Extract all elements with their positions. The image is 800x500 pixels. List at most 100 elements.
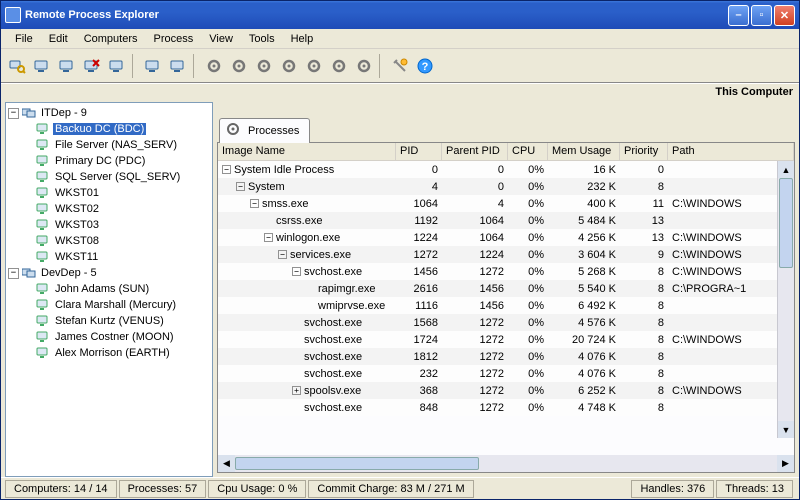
tree-item[interactable]: Alex Morrison (EARTH): [8, 345, 210, 361]
toolbar-gear-down[interactable]: [277, 54, 301, 78]
column-header[interactable]: PID: [396, 143, 442, 160]
tree-item[interactable]: John Adams (SUN): [8, 281, 210, 297]
column-header[interactable]: Mem Usage: [548, 143, 620, 160]
process-row[interactable]: +spoolsv.exe36812720%6 252 K8C:\WINDOWS: [218, 382, 794, 399]
gear-x-icon: [255, 57, 273, 75]
cell-pid: 0: [396, 164, 442, 176]
column-header[interactable]: CPU: [508, 143, 548, 160]
process-row[interactable]: rapimgr.exe261614560%5 540 K8C:\PROGRA~1: [218, 280, 794, 297]
column-header[interactable]: Image Name: [218, 143, 396, 160]
vertical-scrollbar[interactable]: ▲ ▼: [777, 161, 794, 438]
process-name: System Idle Process: [234, 164, 334, 176]
collapse-icon[interactable]: −: [278, 250, 287, 259]
collapse-icon[interactable]: −: [8, 268, 19, 279]
scroll-left-icon[interactable]: ◀: [218, 455, 235, 472]
toolbar-computer-refresh[interactable]: [141, 54, 165, 78]
cell-pid: 232: [396, 368, 442, 380]
toolbar-computer-disabled[interactable]: [166, 54, 190, 78]
list-body[interactable]: −System Idle Process000%16 K0−System400%…: [218, 161, 794, 455]
scroll-down-icon[interactable]: ▼: [778, 421, 794, 438]
tree-item[interactable]: Stefan Kurtz (VENUS): [8, 313, 210, 329]
menu-tools[interactable]: Tools: [241, 31, 283, 47]
toolbar-gear-b[interactable]: [227, 54, 251, 78]
menu-file[interactable]: File: [7, 31, 41, 47]
expand-icon[interactable]: +: [292, 386, 301, 395]
collapse-icon[interactable]: −: [292, 267, 301, 276]
collapse-icon[interactable]: −: [264, 233, 273, 242]
process-name: wmiprvse.exe: [318, 300, 385, 312]
close-button[interactable]: ✕: [774, 5, 795, 26]
tree-item[interactable]: Clara Marshall (Mercury): [8, 297, 210, 313]
tree-item[interactable]: SQL Server (SQL_SERV): [8, 169, 210, 185]
cell-ppid: 0: [442, 181, 508, 193]
toolbar-computer-list[interactable]: [105, 54, 129, 78]
process-row[interactable]: −smss.exe106440%400 K11C:\WINDOWS: [218, 195, 794, 212]
toolbar-tools[interactable]: [388, 54, 412, 78]
process-row[interactable]: svchost.exe23212720%4 076 K8: [218, 365, 794, 382]
tree-item[interactable]: WKST11: [8, 249, 210, 265]
toolbar-gear-right[interactable]: [302, 54, 326, 78]
toolbar-find-computer[interactable]: [5, 54, 29, 78]
minimize-button[interactable]: –: [728, 5, 749, 26]
collapse-icon[interactable]: −: [236, 182, 245, 191]
process-row[interactable]: wmiprvse.exe111614560%6 492 K8: [218, 297, 794, 314]
toolbar-gear-a[interactable]: [202, 54, 226, 78]
collapse-icon[interactable]: −: [8, 108, 19, 119]
tree-item[interactable]: Primary DC (PDC): [8, 153, 210, 169]
computer-tree[interactable]: −ITDep - 9Backuo DC (BDC)File Server (NA…: [5, 102, 213, 477]
tree-item[interactable]: James Costner (MOON): [8, 329, 210, 345]
process-row[interactable]: svchost.exe84812720%4 748 K8: [218, 399, 794, 416]
toolbar: ?: [1, 49, 799, 83]
maximize-button[interactable]: ▫: [751, 5, 772, 26]
list-header[interactable]: Image NamePIDParent PIDCPUMem UsagePrior…: [218, 143, 794, 161]
tree-item[interactable]: WKST02: [8, 201, 210, 217]
toolbar-help[interactable]: ?: [413, 54, 437, 78]
cell-mem: 4 256 K: [548, 232, 620, 244]
process-row[interactable]: svchost.exe172412720%20 724 K8C:\WINDOWS: [218, 331, 794, 348]
menu-edit[interactable]: Edit: [41, 31, 76, 47]
collapse-icon[interactable]: −: [250, 199, 259, 208]
tree-item[interactable]: Backuo DC (BDC): [8, 121, 210, 137]
toolbar-gear-q[interactable]: [327, 54, 351, 78]
tree-item[interactable]: WKST01: [8, 185, 210, 201]
menu-computers[interactable]: Computers: [76, 31, 146, 47]
cell-pid: 4: [396, 181, 442, 193]
tree-group[interactable]: −ITDep - 9: [8, 105, 210, 121]
scroll-up-icon[interactable]: ▲: [778, 161, 794, 178]
process-row[interactable]: −System400%232 K8: [218, 178, 794, 195]
column-header[interactable]: Parent PID: [442, 143, 508, 160]
menu-help[interactable]: Help: [283, 31, 322, 47]
scroll-right-icon[interactable]: ▶: [777, 455, 794, 472]
cell-pri: 0: [620, 164, 668, 176]
menu-view[interactable]: View: [201, 31, 241, 47]
toolbar-computer-b[interactable]: [55, 54, 79, 78]
column-header[interactable]: Priority: [620, 143, 668, 160]
cell-cpu: 0%: [508, 215, 548, 227]
toolbar-computer-x[interactable]: [80, 54, 104, 78]
scroll-thumb[interactable]: [779, 178, 793, 268]
process-row[interactable]: −System Idle Process000%16 K0: [218, 161, 794, 178]
menu-process[interactable]: Process: [146, 31, 202, 47]
process-row[interactable]: svchost.exe156812720%4 576 K8: [218, 314, 794, 331]
process-row[interactable]: −services.exe127212240%3 604 K9C:\WINDOW…: [218, 246, 794, 263]
cell-pid: 1272: [396, 249, 442, 261]
cell-pid: 1724: [396, 334, 442, 346]
horizontal-scrollbar[interactable]: ◀ ▶: [218, 455, 794, 472]
collapse-icon[interactable]: −: [222, 165, 231, 174]
process-row[interactable]: svchost.exe181212720%4 076 K8: [218, 348, 794, 365]
tab-processes[interactable]: Processes: [219, 118, 310, 143]
cell-pri: 8: [620, 368, 668, 380]
tree-item[interactable]: WKST03: [8, 217, 210, 233]
process-row[interactable]: csrss.exe119210640%5 484 K13: [218, 212, 794, 229]
scroll-thumb-h[interactable]: [235, 457, 479, 470]
toolbar-gear-x[interactable]: [252, 54, 276, 78]
process-row[interactable]: −winlogon.exe122410640%4 256 K13C:\WINDO…: [218, 229, 794, 246]
column-header[interactable]: Path: [668, 143, 794, 160]
title-bar[interactable]: Remote Process Explorer – ▫ ✕: [1, 1, 799, 29]
tree-group[interactable]: −DevDep - 5: [8, 265, 210, 281]
tree-item[interactable]: File Server (NAS_SERV): [8, 137, 210, 153]
process-row[interactable]: −svchost.exe145612720%5 268 K8C:\WINDOWS: [218, 263, 794, 280]
toolbar-computer-a[interactable]: [30, 54, 54, 78]
tree-item[interactable]: WKST08: [8, 233, 210, 249]
toolbar-gear-find[interactable]: [352, 54, 376, 78]
